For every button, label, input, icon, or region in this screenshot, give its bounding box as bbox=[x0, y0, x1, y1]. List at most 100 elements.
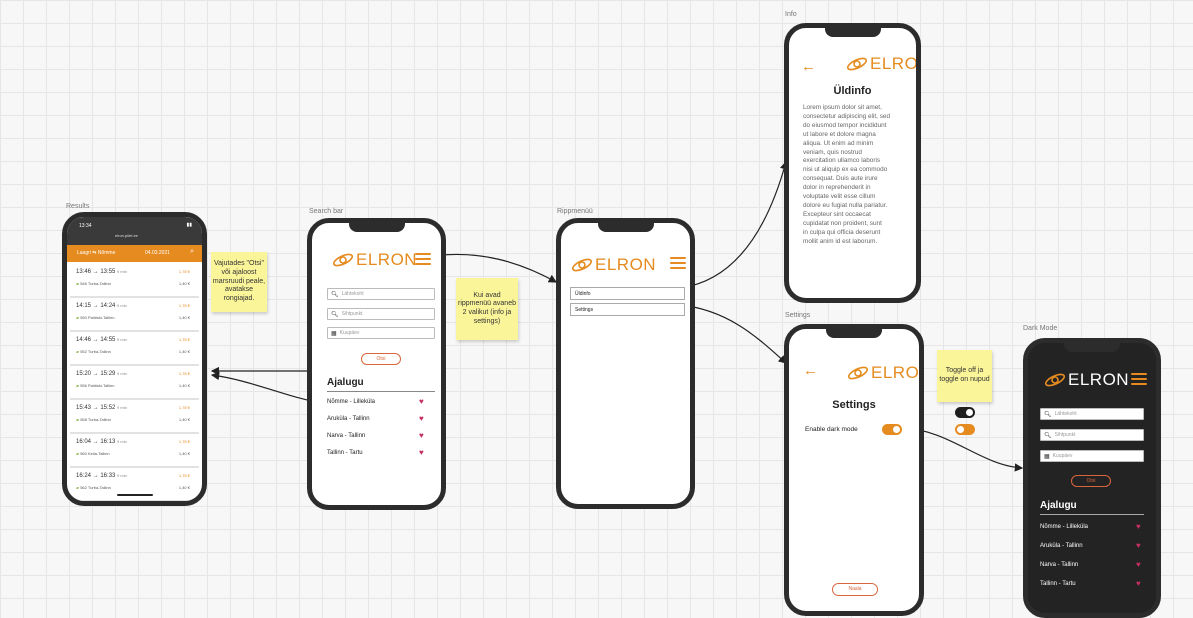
result-price-full: 1,78 € bbox=[178, 337, 190, 342]
calendar-icon: ▦ bbox=[331, 330, 337, 337]
notch bbox=[348, 223, 405, 232]
date-placeholder: Kuupäev bbox=[1052, 453, 1073, 459]
elron-logo-icon bbox=[1044, 373, 1066, 387]
info-body: Lorem ipsum dolor sit amet, consectetur a… bbox=[803, 104, 890, 247]
results-date: 04.03.2021 bbox=[145, 250, 171, 256]
back-arrow-icon[interactable]: ← bbox=[803, 362, 818, 379]
result-price-discount: 1,40 € bbox=[178, 485, 190, 490]
browser-status-bar: 13:34 elron.pilet.ee ▮▮ bbox=[67, 217, 202, 245]
heart-icon[interactable]: ♥ bbox=[1136, 560, 1141, 569]
result-price-discount: 1,40 € bbox=[178, 281, 190, 286]
hamburger-menu-icon[interactable] bbox=[415, 253, 431, 265]
result-price-discount: 1,40 € bbox=[178, 383, 190, 388]
result-price-discount: 1,40 € bbox=[178, 349, 190, 354]
heart-icon[interactable]: ♥ bbox=[419, 397, 424, 406]
result-price-full: 1,78 € bbox=[178, 405, 190, 410]
search-icon: 🔍︎ bbox=[1044, 432, 1052, 439]
logo-text: ELRON bbox=[871, 363, 920, 382]
results-list: 13:46 → 13:55 9 min ▰ 546 Turba-Tallinn 1,… bbox=[67, 265, 202, 501]
info-line: consectetur adipiscing elit, sed bbox=[803, 112, 891, 120]
elron-logo: ELRON bbox=[847, 363, 920, 383]
info-line: cupidatat non proident, sunt bbox=[803, 219, 882, 227]
search-icon: 🔍︎ bbox=[331, 311, 339, 318]
menu-item-info[interactable]: Üldinfo bbox=[570, 287, 685, 300]
from-input[interactable]: 🔍︎ Lähtekoht bbox=[1040, 408, 1144, 420]
info-line: Excepteur sint occaecat bbox=[803, 210, 871, 218]
info-line: dolore eu fugiat nulla pariatur. bbox=[803, 201, 888, 209]
notch bbox=[826, 329, 882, 338]
result-row[interactable]: 16:04 → 16:13 9 min ▰ 560 Keila-Tallinn 1,… bbox=[70, 435, 199, 468]
result-route: ▰ 558 Turba-Tallinn bbox=[76, 417, 111, 422]
result-row[interactable]: 15:20 → 15:29 9 min ▰ 556 Paldiski-Tallin… bbox=[70, 367, 199, 400]
history-item[interactable]: Aruküla - Tallinn bbox=[1040, 543, 1083, 549]
heart-icon[interactable]: ♥ bbox=[1136, 579, 1141, 588]
dark-mode-toggle[interactable] bbox=[882, 424, 902, 435]
train-icon: ▰ bbox=[76, 383, 80, 388]
result-price-full: 1,78 € bbox=[178, 473, 190, 478]
search-button[interactable]: Otsi bbox=[361, 353, 401, 365]
battery-icon: ▮▮ bbox=[186, 222, 192, 228]
history-item[interactable]: Narva - Tallinn bbox=[327, 433, 365, 439]
heart-icon[interactable]: ♥ bbox=[419, 414, 424, 423]
results-phone: 13:34 elron.pilet.ee ▮▮ Laagri ⇆ Nõmme 0… bbox=[62, 212, 207, 506]
search-icon: 🔍︎ bbox=[331, 291, 339, 298]
result-row[interactable]: 14:15 → 14:24 9 min ▰ 550 Paldiski-Tallin… bbox=[70, 299, 199, 332]
history-divider bbox=[327, 391, 435, 392]
notch bbox=[1064, 343, 1120, 352]
result-row[interactable]: 15:43 → 15:52 9 min ▰ 558 Turba-Tallinn 1,… bbox=[70, 401, 199, 434]
browser-url[interactable]: elron.pilet.ee bbox=[115, 233, 138, 238]
hamburger-menu-icon[interactable] bbox=[670, 257, 686, 269]
to-input[interactable]: 🔍︎ Sihtpunkt bbox=[1040, 429, 1144, 441]
date-input[interactable]: ▦ Kuupäev bbox=[1040, 450, 1144, 462]
hamburger-menu-icon[interactable] bbox=[1131, 373, 1147, 385]
menu-item-settings[interactable]: Settings bbox=[570, 303, 685, 316]
history-item[interactable]: Tallinn - Tartu bbox=[1040, 581, 1076, 587]
result-row[interactable]: 16:24 → 16:33 9 min ▰ 562 Turba-Tallinn 1,… bbox=[70, 469, 199, 501]
result-row[interactable]: 14:46 → 14:55 9 min ▰ 552 Turba-Tallinn 1,… bbox=[70, 333, 199, 366]
search-icon[interactable]: ⌕ bbox=[190, 248, 194, 256]
date-input[interactable]: ▦ Kuupäev bbox=[327, 327, 435, 339]
history-item[interactable]: Aruküla - Tallinn bbox=[327, 416, 370, 422]
note-menu: Kui avad rippmenüü avaneb 2 valikut (inf… bbox=[456, 278, 518, 340]
result-row[interactable]: 13:46 → 13:55 9 min ▰ 546 Turba-Tallinn 1,… bbox=[70, 265, 199, 298]
search-button[interactable]: Otsi bbox=[1071, 475, 1111, 487]
history-item[interactable]: Nõmme - Lilleküla bbox=[1040, 524, 1088, 530]
train-icon: ▰ bbox=[76, 417, 80, 422]
result-route: ▰ 550 Paldiski-Tallinn bbox=[76, 315, 115, 320]
from-input[interactable]: 🔍︎ Lähtekoht bbox=[327, 288, 435, 300]
note-toggle: Toggle off ja toggle on nupud bbox=[937, 350, 992, 402]
result-price-full: 1,78 € bbox=[178, 269, 190, 274]
date-placeholder: Kuupäev bbox=[339, 330, 360, 336]
home-indicator bbox=[117, 494, 153, 496]
result-times: 16:04 → 16:13 9 min bbox=[76, 439, 127, 445]
history-title: Ajalugu bbox=[327, 377, 364, 388]
to-input[interactable]: 🔍︎ Sihtpunkt bbox=[327, 308, 435, 320]
from-placeholder: Lähtekoht bbox=[341, 291, 364, 297]
dark-mode-label: Enable dark mode bbox=[805, 426, 858, 433]
settings-back-button[interactable]: Naala bbox=[832, 583, 878, 596]
results-route: Laagri ⇆ Nõmme bbox=[77, 250, 116, 256]
heart-icon[interactable]: ♥ bbox=[1136, 522, 1141, 531]
elron-logo-icon bbox=[332, 253, 354, 267]
history-item[interactable]: Tallinn - Tartu bbox=[327, 450, 363, 456]
elron-logo: ELRON bbox=[332, 250, 417, 270]
settings-phone: ← ELRON Settings Enable dark mode Naala bbox=[784, 324, 924, 616]
history-item[interactable]: Nõmme - Lilleküla bbox=[327, 399, 375, 405]
history-item[interactable]: Narva - Tallinn bbox=[1040, 562, 1078, 568]
result-times: 15:43 → 15:52 9 min bbox=[76, 405, 127, 411]
elron-logo-icon bbox=[846, 57, 868, 71]
calendar-icon: ▦ bbox=[1044, 453, 1050, 460]
heart-icon[interactable]: ♥ bbox=[419, 448, 424, 457]
info-line: aliqua. Ut enim ad minim bbox=[803, 139, 874, 147]
from-placeholder: Lähtekoht bbox=[1054, 411, 1077, 417]
result-price-full: 1,78 € bbox=[178, 303, 190, 308]
heart-icon[interactable]: ♥ bbox=[1136, 541, 1141, 550]
info-line: mollit anim id est laborum. bbox=[803, 237, 878, 245]
notch bbox=[824, 28, 881, 37]
back-arrow-icon[interactable]: ← bbox=[801, 58, 816, 75]
result-price-discount: 1,40 € bbox=[178, 417, 190, 422]
result-times: 15:20 → 15:29 9 min bbox=[76, 371, 127, 377]
result-times: 16:24 → 16:33 9 min bbox=[76, 473, 127, 479]
heart-icon[interactable]: ♥ bbox=[419, 431, 424, 440]
elron-logo-icon bbox=[571, 258, 593, 272]
